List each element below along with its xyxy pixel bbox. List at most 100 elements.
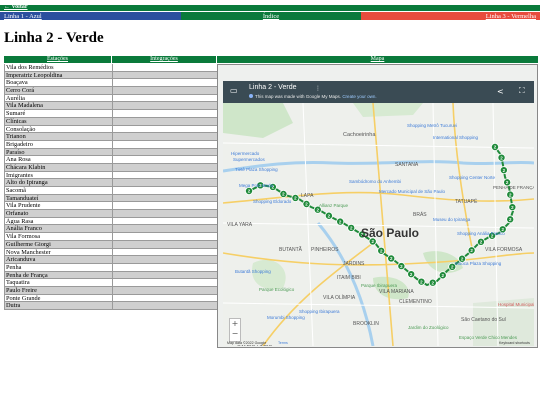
map-notice-text: This map was made with Google My Maps.: [255, 94, 342, 99]
table-row: Sumaré: [5, 110, 218, 118]
keyboard-shortcuts-link[interactable]: Keyboard shortcuts: [499, 341, 530, 345]
station-name: Sumaré: [5, 110, 113, 117]
station-pin[interactable]: 2: [508, 203, 517, 212]
station-integrations: [113, 140, 218, 148]
station-pin[interactable]: 2: [377, 246, 386, 255]
station-integrations: [113, 156, 218, 163]
station-name: Nova Manchester: [5, 248, 113, 256]
back-link[interactable]: ← Voltar: [4, 4, 28, 10]
svg-text:VILA OLÍMPIA: VILA OLÍMPIA: [323, 294, 356, 301]
table-row: Penha de França: [5, 271, 218, 280]
station-name: Taquatira: [5, 279, 113, 286]
map-header-link[interactable]: Mapa: [371, 56, 385, 62]
map-menu-icon[interactable]: ⋮: [315, 85, 321, 92]
svg-text:Jardim do Zoológico: Jardim do Zoológico: [408, 325, 449, 330]
table-row: Água Rasa: [5, 217, 218, 226]
table-row: Taquatira: [5, 279, 218, 287]
next-line-link[interactable]: Linha 3 - Vermelha: [486, 13, 536, 20]
table-row: Orfanato: [5, 210, 218, 218]
svg-text:VILA MARIANA: VILA MARIANA: [379, 289, 414, 295]
station-pin[interactable]: 2: [497, 153, 506, 162]
station-integrations: [113, 125, 218, 133]
station-name: Brigadeiro: [5, 140, 113, 148]
station-pin[interactable]: 2: [324, 211, 333, 220]
station-integrations: [113, 294, 218, 302]
station-integrations: [113, 179, 218, 186]
station-integrations: [113, 187, 218, 194]
station-name: Vila Prudente: [5, 202, 113, 210]
station-pin[interactable]: 2: [279, 189, 288, 198]
fullscreen-icon[interactable]: ⛶: [519, 86, 525, 96]
station-name: Sacomã: [5, 187, 113, 194]
station-pin[interactable]: 2: [397, 262, 406, 271]
station-name: Anália Franco: [5, 225, 113, 233]
create-map-link[interactable]: Create your own.: [342, 94, 376, 99]
station-pin[interactable]: 2: [506, 215, 515, 224]
station-integrations: [113, 64, 218, 71]
table-row: Alto do Ipiranga: [5, 179, 218, 187]
svg-text:Mega Polo Moda: Mega Polo Moda: [239, 183, 274, 188]
table-row: Cerro Corá: [5, 87, 218, 95]
table-row: Guilherme Giorgi: [5, 240, 218, 249]
integrations-header-link[interactable]: Integrações: [150, 56, 178, 62]
station-pin[interactable]: 2: [302, 199, 311, 208]
station-pin[interactable]: 2: [506, 190, 515, 199]
station-name: Trianon: [5, 133, 113, 140]
station-name: Guilherme Giorgi: [5, 240, 113, 248]
map-attribution: Map data ©2022 Google: [227, 341, 267, 345]
map-legend-icon[interactable]: ▭: [230, 86, 238, 95]
station-name: Ana Rosa: [5, 156, 113, 163]
station-name: Aurélia: [5, 94, 113, 102]
station-pin[interactable]: 2: [467, 246, 476, 255]
svg-text:Shopping Center Norte: Shopping Center Norte: [449, 175, 496, 180]
station-pin[interactable]: 2: [428, 278, 437, 287]
station-name: Vila dos Remédios: [5, 64, 113, 71]
table-row: Ponte Grande: [5, 294, 218, 303]
svg-text:Mooca Plaza Shopping: Mooca Plaza Shopping: [455, 261, 502, 266]
svg-text:Butantã Shopping: Butantã Shopping: [235, 269, 271, 274]
svg-text:Parque Ecológico: Parque Ecológico: [259, 287, 295, 292]
station-pin[interactable]: 2: [407, 270, 416, 279]
station-integrations: [113, 271, 218, 279]
prev-line-link[interactable]: Linha 1 - Azul: [4, 13, 42, 20]
station-pin[interactable]: 2: [387, 254, 396, 263]
station-pin[interactable]: 2: [490, 143, 499, 152]
index-link[interactable]: Índice: [263, 13, 279, 20]
station-pin[interactable]: 2: [244, 187, 253, 196]
station-name: Água Rasa: [5, 217, 113, 225]
station-name: Imigrantes: [5, 171, 113, 179]
station-pin[interactable]: 2: [476, 237, 485, 246]
zoom-in-button[interactable]: +: [230, 319, 240, 329]
svg-text:PINHEIROS: PINHEIROS: [311, 247, 339, 253]
station-name: Cerro Corá: [5, 87, 113, 94]
svg-text:Shopping Metrô Tucuruvi: Shopping Metrô Tucuruvi: [407, 123, 457, 128]
table-row: Clínicas: [5, 117, 218, 126]
station-integrations: [113, 79, 218, 87]
stations-header-link[interactable]: Estações: [47, 56, 68, 62]
station-pin[interactable]: 2: [347, 223, 356, 232]
col-header-map: Mapa: [217, 56, 538, 63]
svg-text:Tietê Plaza Shopping: Tietê Plaza Shopping: [235, 167, 278, 172]
station-pin[interactable]: 2: [438, 271, 447, 280]
table-row: Imigrantes: [5, 171, 218, 180]
station-name: Imperatriz Leopoldina: [5, 71, 113, 79]
station-pin[interactable]: 2: [417, 277, 426, 286]
station-integrations: [113, 194, 218, 202]
svg-text:Museu do Ipiranga: Museu do Ipiranga: [433, 217, 471, 222]
embedded-map[interactable]: ▭ Linha 2 - Verde ⋮ This map was made wi…: [217, 64, 538, 348]
map-terms-link[interactable]: Terms: [278, 341, 288, 345]
station-integrations: [113, 210, 218, 217]
station-pin[interactable]: 2: [336, 217, 345, 226]
zoom-controls[interactable]: + −: [229, 318, 241, 342]
share-icon[interactable]: <: [497, 87, 504, 96]
map-canvas[interactable]: 22222222222222222222222222222222 Cachoei…: [222, 102, 536, 347]
station-integrations: [113, 102, 218, 110]
table-row: Anália Franco: [5, 225, 218, 234]
station-pin[interactable]: 2: [499, 166, 508, 175]
zoom-out-button[interactable]: −: [230, 329, 240, 339]
station-integrations: [113, 202, 218, 210]
map-title: Linha 2 - Verde: [249, 84, 297, 91]
svg-text:São Paulo: São Paulo: [361, 226, 419, 240]
station-pin[interactable]: 2: [291, 193, 300, 202]
page-title: Linha 2 - Verde: [4, 30, 104, 46]
